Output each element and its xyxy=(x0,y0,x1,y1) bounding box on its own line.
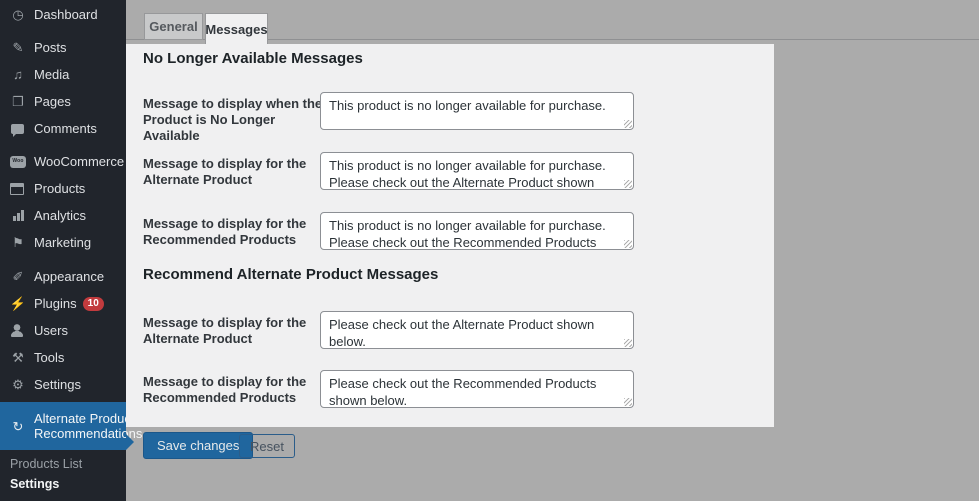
sidebar-item-label: Analytics xyxy=(34,208,86,223)
textarea-alternate-product-message[interactable]: This product is no longer available for … xyxy=(320,152,634,190)
reset-button[interactable]: Reset xyxy=(239,434,295,458)
sidebar-item-label: Plugins xyxy=(34,296,77,311)
sidebar-item-label: Appearance xyxy=(34,269,104,284)
sidebar-item-posts[interactable]: ✎ Posts xyxy=(0,34,126,61)
field-label-recommend-recommended-products: Message to display for the Recommended P… xyxy=(143,374,333,406)
sidebar-item-analytics[interactable]: Analytics xyxy=(0,202,126,229)
sidebar-item-woocommerce[interactable]: Woo WooCommerce xyxy=(0,148,126,175)
sidebar-item-label: Marketing xyxy=(34,235,91,250)
submenu-item-settings[interactable]: Settings xyxy=(0,474,126,494)
sidebar-item-settings[interactable]: ⚙ Settings xyxy=(0,371,126,398)
sidebar-item-plugins[interactable]: ⚡ Plugins 10 xyxy=(0,290,126,317)
megaphone-icon: ⚑ xyxy=(10,236,26,249)
save-changes-button[interactable]: Save changes xyxy=(143,432,253,459)
field-label-recommended-products: Message to display for the Recommended P… xyxy=(143,216,333,248)
field-label-product-no-longer-available: Message to display when the Product is N… xyxy=(143,96,333,144)
user-icon xyxy=(10,324,24,337)
textarea-recommend-recommended-message[interactable]: Please check out the Recommended Product… xyxy=(320,370,634,408)
messages-settings-panel: No Longer Available Messages Message to … xyxy=(126,44,774,427)
pushpin-icon: ✎ xyxy=(10,41,26,54)
sidebar-item-label: Media xyxy=(34,67,69,82)
settings-icon: ⚙ xyxy=(10,378,26,391)
section-heading-no-longer-available: No Longer Available Messages xyxy=(143,50,363,67)
circular-arrows-icon: ↻ xyxy=(10,420,26,433)
textarea-recommended-products-message[interactable]: This product is no longer available for … xyxy=(320,212,634,250)
sidebar-item-tools[interactable]: ⚒ Tools xyxy=(0,344,126,371)
submenu-item-products-list[interactable]: Products List xyxy=(0,454,126,474)
woocommerce-icon: Woo xyxy=(10,156,26,168)
tab-general[interactable]: General xyxy=(144,13,203,40)
textarea-recommend-alternate-message[interactable]: Please check out the Alternate Product s… xyxy=(320,311,634,349)
sidebar-item-label: WooCommerce xyxy=(34,154,124,169)
sidebar-item-media[interactable]: ♫ Media xyxy=(0,61,126,88)
dashboard-icon: ◷ xyxy=(10,8,26,21)
plugins-update-badge: 10 xyxy=(83,297,104,311)
sidebar-item-dashboard[interactable]: ◷ Dashboard xyxy=(0,1,126,28)
sidebar-item-appearance[interactable]: ✐ Appearance xyxy=(0,263,126,290)
sidebar-item-products[interactable]: Products xyxy=(0,175,126,202)
wordpress-admin-screen: ◷ Dashboard ✎ Posts ♫ Media ❐ Pages Comm… xyxy=(0,0,979,501)
tools-icon: ⚒ xyxy=(10,351,26,364)
sidebar-item-label: Tools xyxy=(34,350,64,365)
textarea-no-longer-available-message[interactable]: This product is no longer available for … xyxy=(320,92,634,130)
sidebar-item-label: Posts xyxy=(34,40,67,55)
plugin-submenu: Products List Settings xyxy=(0,454,126,494)
paintbrush-icon: ✐ xyxy=(10,270,26,283)
sidebar-item-users[interactable]: Users xyxy=(0,317,126,344)
current-menu-arrow xyxy=(126,434,134,450)
sidebar-item-comments[interactable]: Comments xyxy=(0,115,126,142)
tab-messages[interactable]: Messages xyxy=(205,13,268,44)
sidebar-item-alternate-product-recommendations[interactable]: ↻ Alternate Product Recommendations xyxy=(0,402,126,450)
field-label-recommend-alternate-product: Message to display for the Alternate Pro… xyxy=(143,315,333,347)
sidebar-item-marketing[interactable]: ⚑ Marketing xyxy=(0,229,126,256)
comment-bubble-icon xyxy=(11,124,24,134)
sidebar-item-label: Users xyxy=(34,323,68,338)
sidebar-item-label: Pages xyxy=(34,94,71,109)
media-icon: ♫ xyxy=(10,68,26,81)
sidebar-item-label: Comments xyxy=(34,121,97,136)
sidebar-item-label: Products xyxy=(34,181,85,196)
admin-sidebar: ◷ Dashboard ✎ Posts ♫ Media ❐ Pages Comm… xyxy=(0,0,126,501)
sidebar-item-label: Dashboard xyxy=(34,7,98,22)
field-label-alternate-product: Message to display for the Alternate Pro… xyxy=(143,156,333,188)
section-heading-recommend-alternate: Recommend Alternate Product Messages xyxy=(143,266,438,283)
sidebar-item-label: Settings xyxy=(34,377,81,392)
plug-icon: ⚡ xyxy=(10,297,26,310)
sidebar-item-pages[interactable]: ❐ Pages xyxy=(0,88,126,115)
products-box-icon xyxy=(10,183,24,195)
bar-chart-icon xyxy=(10,210,26,221)
pages-icon: ❐ xyxy=(10,95,26,108)
